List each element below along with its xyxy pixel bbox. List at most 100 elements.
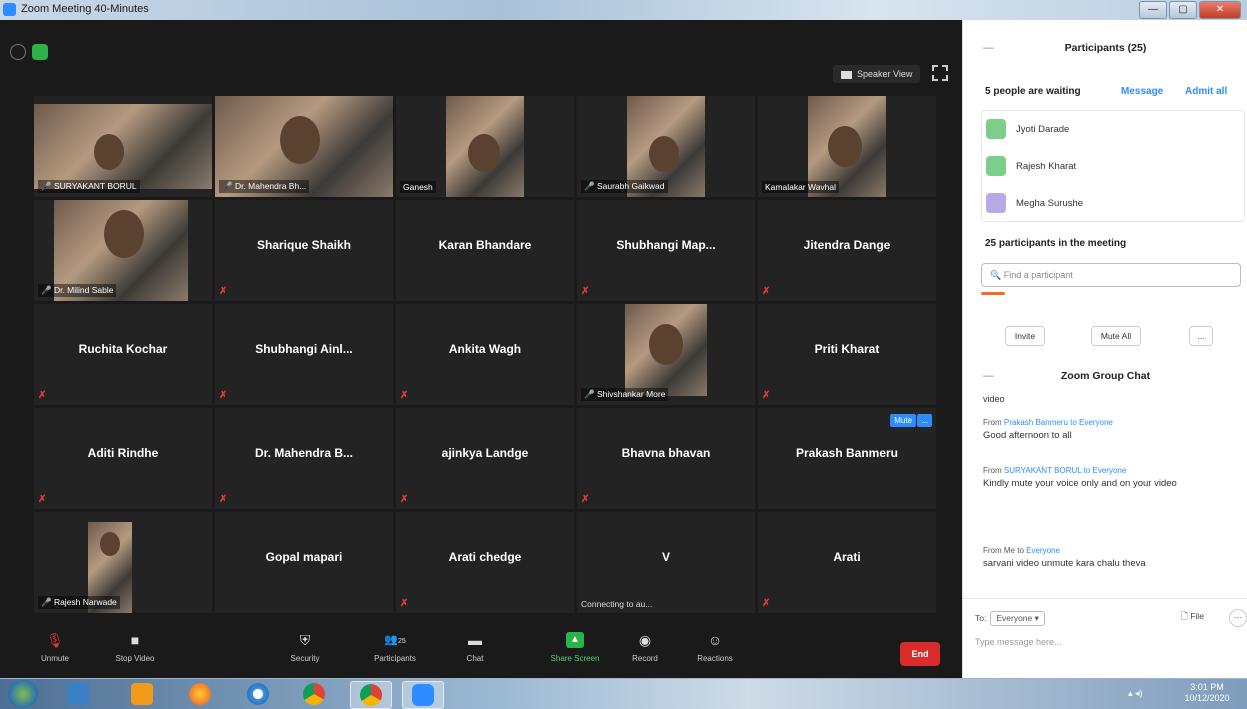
participant-tile[interactable]: Dr. Mahendra B... ✗ [215,408,393,509]
message-waiting-link[interactable]: Message [1121,86,1163,97]
minimize-button[interactable]: — [1139,1,1167,19]
participant-tile[interactable]: Jitendra Dange ✗ [758,200,936,301]
file-button[interactable]: 🗋 File [1181,611,1204,625]
reactions-button[interactable]: ☺ Reactions [680,632,750,663]
participant-name: Bhavna bhavan [621,446,711,460]
participant-tile[interactable]: 🎤 Dr. Milind Sable [34,200,212,301]
participants-count: 25 [397,638,406,645]
chat-recipient: to Everyone [1081,466,1127,475]
record-icon: ◉ [638,632,652,648]
participant-tile[interactable]: ajinkya Landge ✗ [396,408,574,509]
chat-button[interactable]: ▬ Chat [440,632,510,663]
participant-tile[interactable]: Sharique Shaikh ✗ [215,200,393,301]
participant-tile[interactable]: Karan Bhandare [396,200,574,301]
participant-tile[interactable]: Shubhangi Ainl... ✗ [215,304,393,405]
taskbar-clock[interactable]: 3:01 PM 10/12/2020 [1172,682,1242,704]
invite-button[interactable]: Invite [1005,326,1045,346]
participant-tile[interactable]: Bhavna bhavan ✗ [577,408,755,509]
participants-count-text: 25 participants in the meeting [985,238,1127,249]
waiting-item[interactable]: Rajesh Kharat [986,156,1076,176]
side-panel: — Participants (25) 5 people are waiting… [962,20,1247,678]
participant-label: Kamalakar Wavhal [762,181,840,193]
participant-name: Priti Kharat [814,342,880,356]
participant-name: Dr. Mahendra B... [254,446,354,460]
chat-from: From SURYAKANT BORUL to Everyone [983,466,1233,475]
fullscreen-icon[interactable] [932,65,948,81]
chat-recipient[interactable]: Everyone [1026,546,1060,555]
admit-all-link[interactable]: Admit all [1185,86,1227,97]
participant-tile[interactable]: Shubhangi Map... ✗ [577,200,755,301]
person-face [104,210,144,258]
tile-more-button[interactable]: ... [917,414,932,427]
participant-name: Sharique Shaikh [256,238,352,252]
chat-recipient: to Everyone [1067,418,1113,427]
participant-name: ajinkya Landge [441,446,529,460]
share-screen-button[interactable]: ▲ Share Screen [540,632,610,663]
more-options-button[interactable]: ... [1189,326,1213,346]
chat-more-button[interactable]: ··· [1229,609,1247,627]
recipient-select[interactable]: Everyone ▾ [990,611,1045,626]
maximize-button[interactable]: ▢ [1169,1,1197,19]
start-button[interactable] [8,680,38,708]
taskbar-app-zoom[interactable] [402,681,444,709]
security-button[interactable]: ⛨ Security [270,632,340,663]
unmute-button[interactable]: 🎙 Unmute [20,632,90,663]
taskbar-app-ie[interactable] [238,681,278,707]
participant-tile[interactable]: Arati ✗ [758,512,936,613]
taskbar-app-1[interactable] [122,681,162,707]
chat-label: Chat [466,654,484,663]
encryption-shield-icon[interactable] [32,44,48,60]
participant-tile[interactable]: Gopal mapari [215,512,393,613]
chat-message: From SURYAKANT BORUL to Everyone Kindly … [983,466,1233,490]
participant-tile[interactable]: Ruchita Kochar ✗ [34,304,212,405]
participant-tile[interactable]: 🎤 SURYAKANT BORUL [34,96,212,197]
taskbar-app-chrome-2[interactable] [350,681,392,709]
participant-tile[interactable]: Priti Kharat ✗ [758,304,936,405]
zoom-icon [412,684,434,706]
participant-tile[interactable]: Ganesh [396,96,574,197]
chat-message: From Prakash Banmeru to Everyone Good af… [983,418,1233,442]
record-button[interactable]: ◉ Record [610,632,680,663]
participant-tile[interactable]: 🎤 Dr. Mahendra Bh... [215,96,393,197]
file-icon: 🗋 [1181,611,1188,621]
taskbar-app-chrome[interactable] [294,681,334,707]
muted-mic-icon: ✗ [219,286,228,297]
participant-label: 🎤 Dr. Mahendra Bh... [219,180,310,193]
person-face [649,324,683,365]
participant-tile[interactable]: 🎤 Rajesh Narwade [34,512,212,613]
tile-mute-button[interactable]: Mute [890,414,916,427]
end-meeting-button[interactable]: End [900,642,940,666]
participant-tile[interactable]: Aditi Rindhe ✗ [34,408,212,509]
participant-name: Shubhangi Map... [616,238,716,252]
chat-message-input[interactable]: Type message here... [975,637,1062,647]
taskbar-app-firefox[interactable] [180,681,220,707]
participant-tile[interactable]: 🎤 Shivshankar More [577,304,755,405]
waiting-item[interactable]: Megha Surushe [986,193,1083,213]
meeting-toolbar: 🎙 Unmute ■ Stop Video ⛨ Security 👥25 Partici… [0,628,962,678]
muted-mic-icon: ✗ [581,494,590,505]
participant-tile[interactable]: Ankita Wagh ✗ [396,304,574,405]
taskbar-app-explorer[interactable] [58,681,98,707]
participant-label: 🎤 Shivshankar More [581,388,669,401]
mute-all-button[interactable]: Mute All [1091,326,1141,346]
reactions-label: Reactions [697,654,733,663]
system-tray[interactable]: ▴ ◂) [1128,688,1143,699]
participants-button[interactable]: 👥25 Participants [360,632,430,663]
search-placeholder: Find a participant [1003,270,1073,280]
participant-tile[interactable]: Arati chedge ✗ [396,512,574,613]
participant-tile[interactable]: V Connecting to au... [577,512,755,613]
participant-search-input[interactable]: 🔍 Find a participant [981,263,1241,287]
participant-tile[interactable]: Kamalakar Wavhal [758,96,936,197]
person-face [828,126,862,167]
waiting-item[interactable]: Jyoti Darade [986,119,1069,139]
app-icon [131,683,153,705]
participant-tile[interactable]: Prakash Banmeru Mute... [758,408,936,509]
participant-tile[interactable]: 🎤 Saurabh Gaikwad [577,96,755,197]
info-icon[interactable] [10,44,26,60]
chat-sender[interactable]: Prakash Banmeru [1004,418,1068,427]
chat-sender[interactable]: SURYAKANT BORUL [1004,466,1082,475]
participant-name: Karan Bhandare [438,238,532,252]
stop-video-button[interactable]: ■ Stop Video [100,632,170,663]
close-button[interactable]: ✕ [1199,1,1241,19]
speaker-view-button[interactable]: Speaker View [833,65,921,83]
